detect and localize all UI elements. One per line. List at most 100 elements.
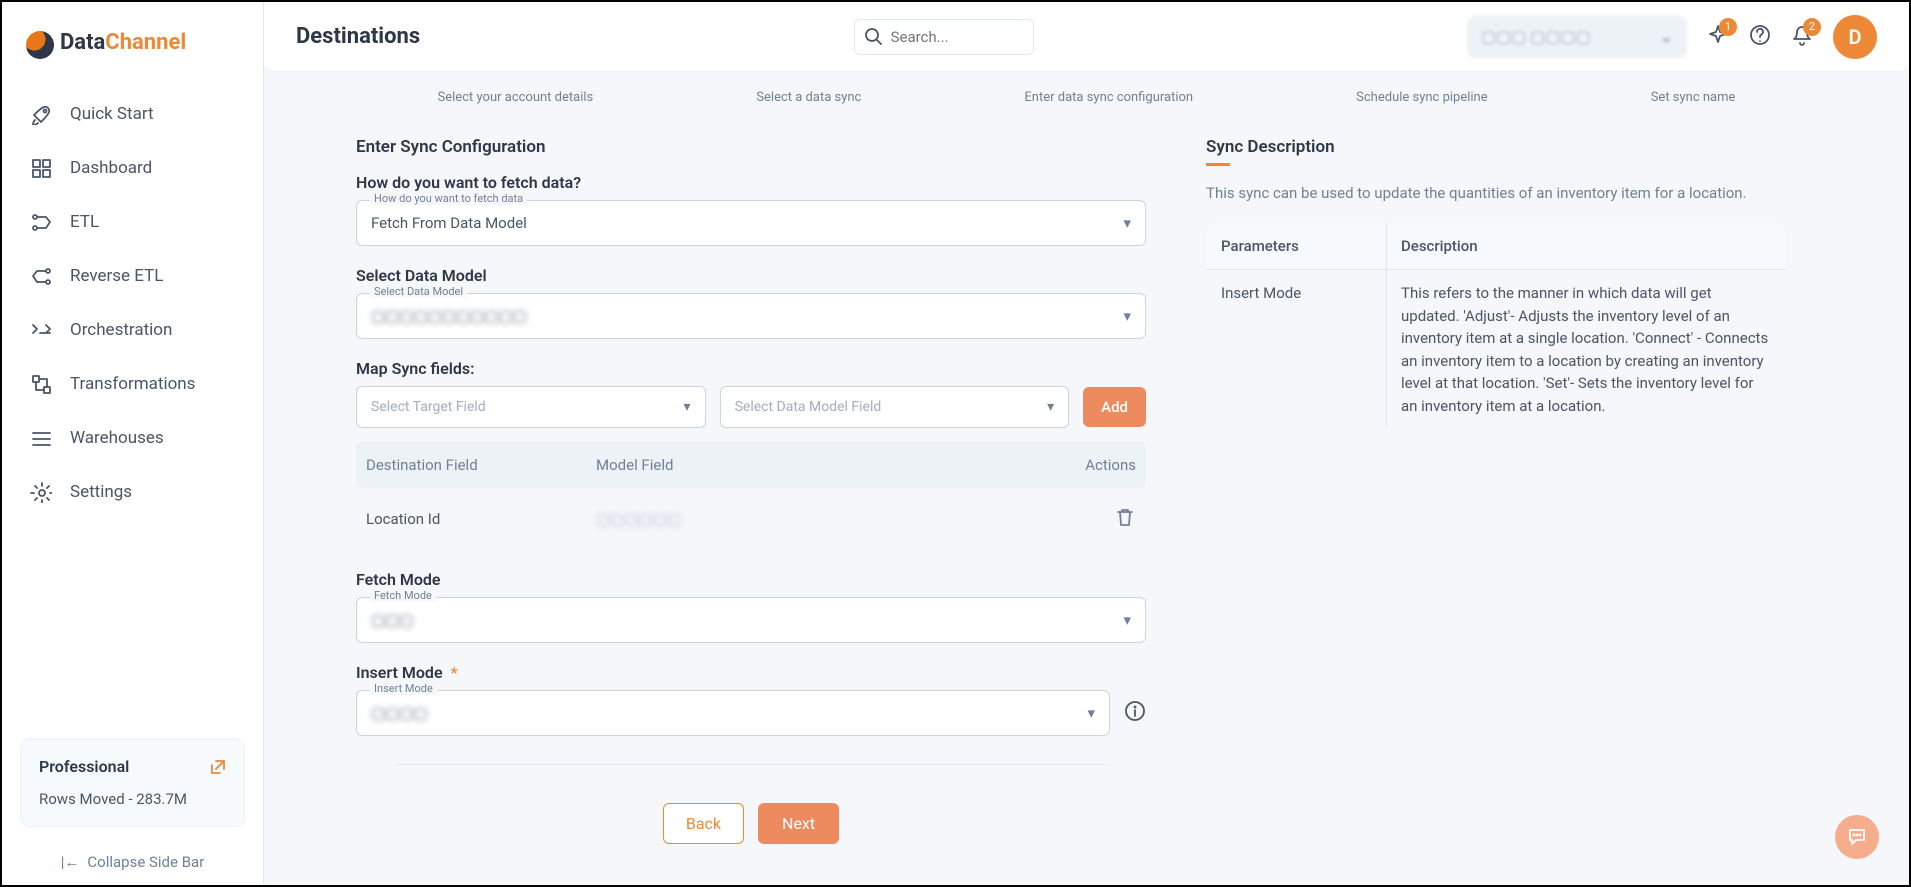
add-button[interactable]: Add (1083, 387, 1146, 427)
select-value: ▢▢▢ (371, 611, 414, 629)
sidebar-item-etl[interactable]: ETL (14, 195, 251, 249)
sidebar: DataChannel Quick Start Dashboard ETL Re… (2, 2, 264, 885)
section-title: Enter Sync Configuration (356, 137, 1146, 157)
search-icon (864, 27, 882, 50)
data-model-label: Select Data Model (356, 266, 1146, 285)
th-model: Model Field (596, 456, 1066, 474)
chevron-down-icon: ▾ (1123, 214, 1131, 232)
form-column: Enter Sync Configuration How do you want… (356, 137, 1146, 868)
select-value: Fetch From Data Model (371, 214, 527, 232)
select-value: ▢▢▢▢▢▢▢▢▢▢▢ (371, 307, 527, 325)
description-column: Sync Description This sync can be used t… (1206, 137, 1786, 868)
sidebar-item-label: Dashboard (70, 158, 152, 178)
sidebar-item-warehouses[interactable]: Warehouses (14, 411, 251, 465)
gear-icon (30, 481, 52, 503)
page-title: Destinations (296, 24, 420, 49)
reverse-etl-icon (30, 265, 52, 287)
select-placeholder: Select Data Model Field (735, 399, 882, 415)
select-value: ▢▢▢▢ (371, 704, 428, 722)
search (854, 19, 1034, 55)
collapse-label: Collapse Side Bar (87, 853, 204, 871)
collapse-sidebar[interactable]: |← Collapse Side Bar (2, 839, 263, 885)
logo[interactable]: DataChannel (2, 2, 263, 79)
delete-button[interactable] (1114, 514, 1136, 532)
nav: Quick Start Dashboard ETL Reverse ETL Or… (2, 79, 263, 738)
sidebar-item-label: Transformations (70, 374, 195, 394)
topbar: Destinations ▢▢▢ ▢▢▢▢ ⌄ 1 2 D (264, 2, 1909, 72)
dashboard-icon (30, 157, 52, 179)
sidebar-item-dashboard[interactable]: Dashboard (14, 141, 251, 195)
sidebar-item-label: Warehouses (70, 428, 164, 448)
sidebar-item-quick-start[interactable]: Quick Start (14, 87, 251, 141)
td-desc: This refers to the manner in which data … (1387, 270, 1786, 430)
step[interactable]: Enter data sync configuration (1024, 90, 1193, 105)
chevron-down-icon: ▾ (684, 399, 691, 415)
info-button[interactable] (1124, 700, 1146, 726)
orchestration-icon (30, 319, 52, 341)
notifications-button[interactable]: 2 (1791, 24, 1813, 50)
sidebar-item-reverse-etl[interactable]: Reverse ETL (14, 249, 251, 303)
map-table-header: Destination Field Model Field Actions (356, 442, 1146, 488)
fetch-data-select[interactable]: Fetch From Data Model ▾ (356, 200, 1146, 246)
step[interactable]: Set sync name (1651, 90, 1736, 105)
divider (396, 764, 1106, 765)
fetch-mode-select[interactable]: ▢▢▢▾ (356, 597, 1146, 643)
insert-mode-select[interactable]: ▢▢▢▢ ▾ (356, 690, 1110, 736)
th-actions: Actions (1066, 456, 1136, 474)
step[interactable]: Schedule sync pipeline (1356, 90, 1487, 105)
plan-title: Professional (39, 757, 129, 776)
plan-stat: Rows Moved - 283.7M (39, 790, 226, 808)
data-model-select[interactable]: ▢▢▢▢▢▢▢▢▢▢▢▾ (356, 293, 1146, 339)
avatar[interactable]: D (1833, 15, 1877, 59)
field-float-label: Insert Mode (370, 682, 437, 695)
chevron-down-icon: ▾ (1087, 704, 1095, 722)
field-float-label: How do you want to fetch data (370, 192, 527, 205)
row-destination: Location Id (366, 510, 596, 528)
td-param: Insert Mode (1207, 270, 1387, 430)
row-model: ▢▢▢▢▢▢ (596, 510, 1066, 528)
info-icon (1124, 700, 1146, 722)
collapse-icon: |← (61, 853, 80, 871)
insert-mode-label: Insert Mode (356, 663, 443, 682)
back-button[interactable]: Back (663, 803, 744, 844)
step[interactable]: Select a data sync (756, 90, 861, 105)
help-icon (1749, 24, 1771, 46)
required-asterisk: * (451, 663, 458, 682)
sidebar-item-settings[interactable]: Settings (14, 465, 251, 519)
field-float-label: Fetch Mode (370, 589, 436, 602)
target-field-select[interactable]: Select Target Field ▾ (356, 386, 706, 428)
chat-button[interactable] (1835, 815, 1879, 859)
desc-table: ParametersDescription Insert ModeThis re… (1206, 222, 1786, 430)
fetch-question: How do you want to fetch data? (356, 173, 1146, 192)
desc-text: This sync can be used to update the quan… (1206, 184, 1786, 202)
select-placeholder: Select Target Field (371, 399, 486, 415)
sidebar-item-label: Orchestration (70, 320, 172, 340)
chevron-down-icon: ▾ (1047, 399, 1054, 415)
help-button[interactable] (1749, 24, 1771, 50)
sidebar-item-transformations[interactable]: Transformations (14, 357, 251, 411)
th-destination: Destination Field (366, 456, 596, 474)
step[interactable]: Select your account details (438, 90, 594, 105)
plan-card[interactable]: Professional Rows Moved - 283.7M (20, 738, 245, 827)
map-title: Map Sync fields: (356, 359, 1146, 378)
main: Destinations ▢▢▢ ▢▢▢▢ ⌄ 1 2 D Select your… (264, 2, 1909, 885)
sidebar-item-orchestration[interactable]: Orchestration (14, 303, 251, 357)
field-float-label: Select Data Model (370, 285, 467, 298)
open-icon (210, 759, 226, 775)
sparkle-button[interactable]: 1 (1707, 24, 1729, 50)
account-dropdown[interactable]: ▢▢▢ ▢▢▢▢ ⌄ (1467, 16, 1687, 58)
account-label: ▢▢▢ ▢▢▢▢ (1481, 27, 1591, 46)
sidebar-item-label: Reverse ETL (70, 266, 163, 286)
th-param: Parameters (1207, 223, 1387, 270)
th-desc: Description (1387, 223, 1786, 270)
sidebar-item-label: Settings (70, 482, 132, 502)
rocket-icon (30, 103, 52, 125)
sidebar-item-label: ETL (70, 212, 99, 232)
data-model-field-select[interactable]: Select Data Model Field ▾ (720, 386, 1070, 428)
desc-title: Sync Description (1206, 137, 1786, 157)
logo-icon (26, 31, 54, 59)
next-button[interactable]: Next (758, 803, 839, 844)
badge: 1 (1719, 18, 1737, 36)
wizard-steps: Select your account details Select a dat… (296, 72, 1877, 123)
chevron-down-icon: ⌄ (1660, 27, 1673, 46)
